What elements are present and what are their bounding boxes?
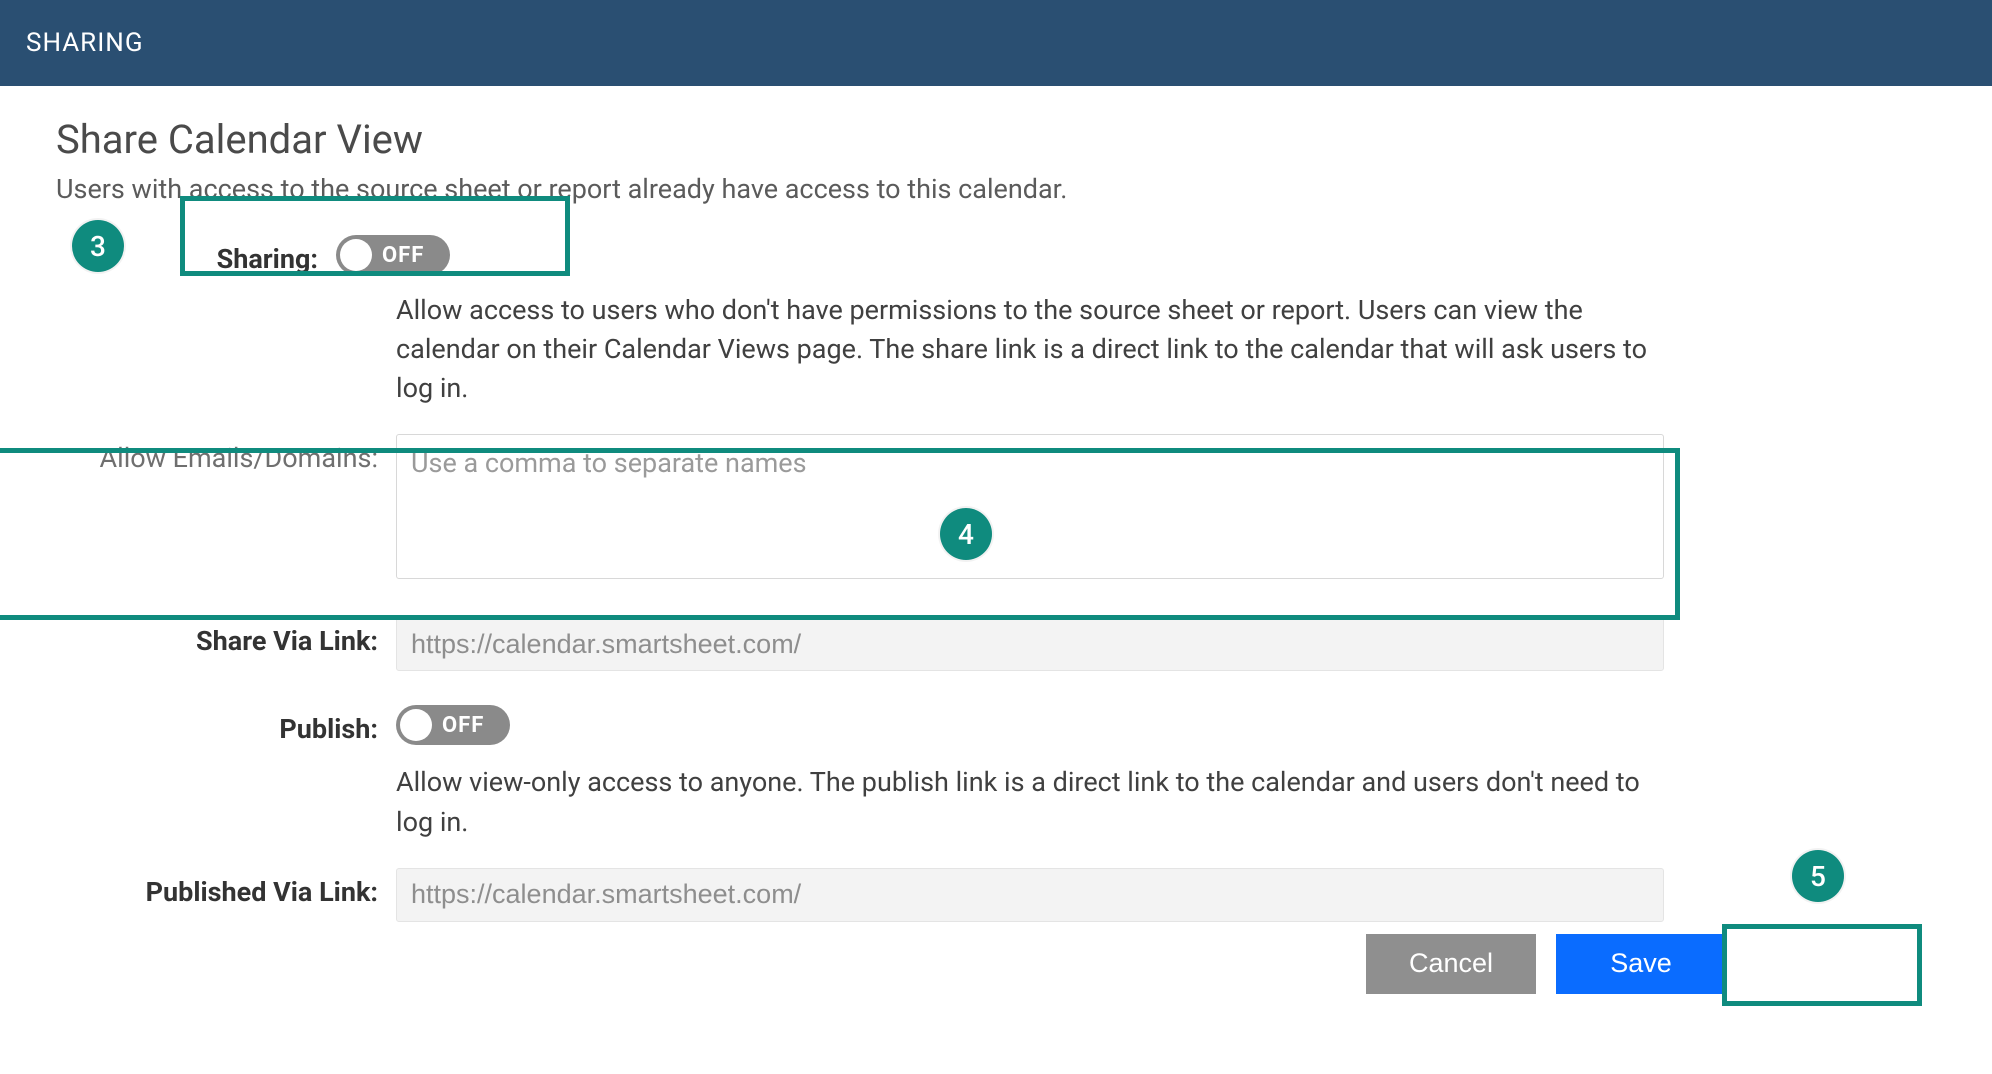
- annotation-badge-5: 5: [1792, 850, 1844, 902]
- share-link-row: Share Via Link:: [56, 617, 1700, 671]
- share-link-label: Share Via Link:: [56, 617, 396, 671]
- sharing-row: Sharing: OFF: [56, 235, 1700, 279]
- sharing-description: Allow access to users who don't have per…: [396, 291, 1666, 408]
- publish-desc-row: Allow view-only access to anyone. The pu…: [56, 753, 1700, 841]
- allow-emails-row: Allow Emails/Domains:: [56, 434, 1700, 583]
- toggle-knob-icon: [340, 239, 372, 271]
- publish-toggle-label: OFF: [442, 713, 484, 738]
- page-title: Share Calendar View: [56, 116, 1700, 163]
- dialog-footer-buttons: Cancel Save: [56, 934, 1726, 994]
- publish-description: Allow view-only access to anyone. The pu…: [396, 763, 1666, 841]
- header-tab-sharing[interactable]: SHARING: [26, 28, 144, 58]
- sharing-desc-row: Allow access to users who don't have per…: [56, 281, 1700, 408]
- allow-emails-input[interactable]: [396, 434, 1664, 579]
- published-link-field[interactable]: [396, 868, 1664, 922]
- publish-row: Publish: OFF: [56, 705, 1700, 749]
- annotation-highlight-5: [1722, 924, 1922, 1006]
- sharing-header: SHARING: [0, 0, 1992, 86]
- save-button[interactable]: Save: [1556, 934, 1726, 994]
- annotation-badge-3: 3: [72, 220, 124, 272]
- page-subtitle: Users with access to the source sheet or…: [56, 173, 1700, 205]
- cancel-button[interactable]: Cancel: [1366, 934, 1536, 994]
- publish-label: Publish:: [56, 705, 396, 749]
- toggle-knob-icon: [400, 709, 432, 741]
- published-link-label: Published Via Link:: [56, 868, 396, 922]
- published-link-row: Published Via Link:: [56, 868, 1700, 922]
- annotation-badge-4: 4: [940, 508, 992, 560]
- allow-emails-label: Allow Emails/Domains:: [56, 434, 396, 583]
- sharing-toggle-label: OFF: [382, 243, 424, 268]
- share-calendar-panel: 3 4 5 Share Calendar View Users with acc…: [0, 86, 1700, 994]
- publish-toggle[interactable]: OFF: [396, 705, 510, 745]
- sharing-toggle[interactable]: OFF: [336, 235, 450, 275]
- share-link-field[interactable]: [396, 617, 1664, 671]
